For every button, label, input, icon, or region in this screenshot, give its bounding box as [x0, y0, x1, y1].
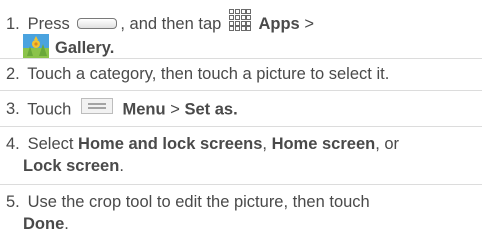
step-text: Press: [27, 14, 70, 33]
gallery-label: Gallery: [55, 38, 110, 57]
step-text: Touch: [27, 100, 72, 119]
step-5-continued: Done.: [23, 215, 69, 233]
step-number: 5.: [6, 193, 20, 211]
divider: [0, 58, 482, 59]
step-text: Touch a category, then touch a picture t…: [27, 65, 390, 83]
home-key-icon: [77, 18, 118, 29]
apps-label: Apps: [258, 14, 300, 33]
step-text: , and then tap: [120, 14, 222, 33]
step-4: 4. Select Home and lock screens, Home sc…: [6, 135, 400, 153]
step-text: Select: [27, 135, 74, 153]
step-number: 4.: [6, 135, 20, 153]
done-label: Done: [23, 215, 65, 233]
set-as-label: Set as: [184, 100, 234, 119]
menu-icon: [80, 98, 113, 119]
step-text: Use the crop tool to edit the picture, t…: [27, 193, 370, 211]
step-number: 2.: [6, 65, 20, 83]
step-4-continued: Lock screen.: [23, 157, 124, 175]
step-number: 1.: [6, 14, 20, 33]
home-and-lock-screens-label: Home and lock screens: [78, 135, 263, 153]
divider: [0, 184, 482, 185]
step-5: 5. Use the crop tool to edit the picture…: [6, 192, 370, 212]
step-2: 2. Touch a category, then touch a pictur…: [6, 64, 389, 84]
home-screen-label: Home screen: [271, 135, 376, 153]
apps-grid-icon: [228, 9, 251, 36]
divider: [0, 126, 482, 127]
step-separator: >: [304, 14, 314, 33]
lock-screen-label: Lock screen: [23, 157, 120, 175]
step-separator: >: [170, 100, 180, 119]
divider: [0, 90, 482, 91]
step-number: 3.: [6, 100, 20, 119]
step-3: 3. Touch Menu > Set as.: [6, 98, 238, 122]
menu-label: Menu: [122, 100, 166, 119]
